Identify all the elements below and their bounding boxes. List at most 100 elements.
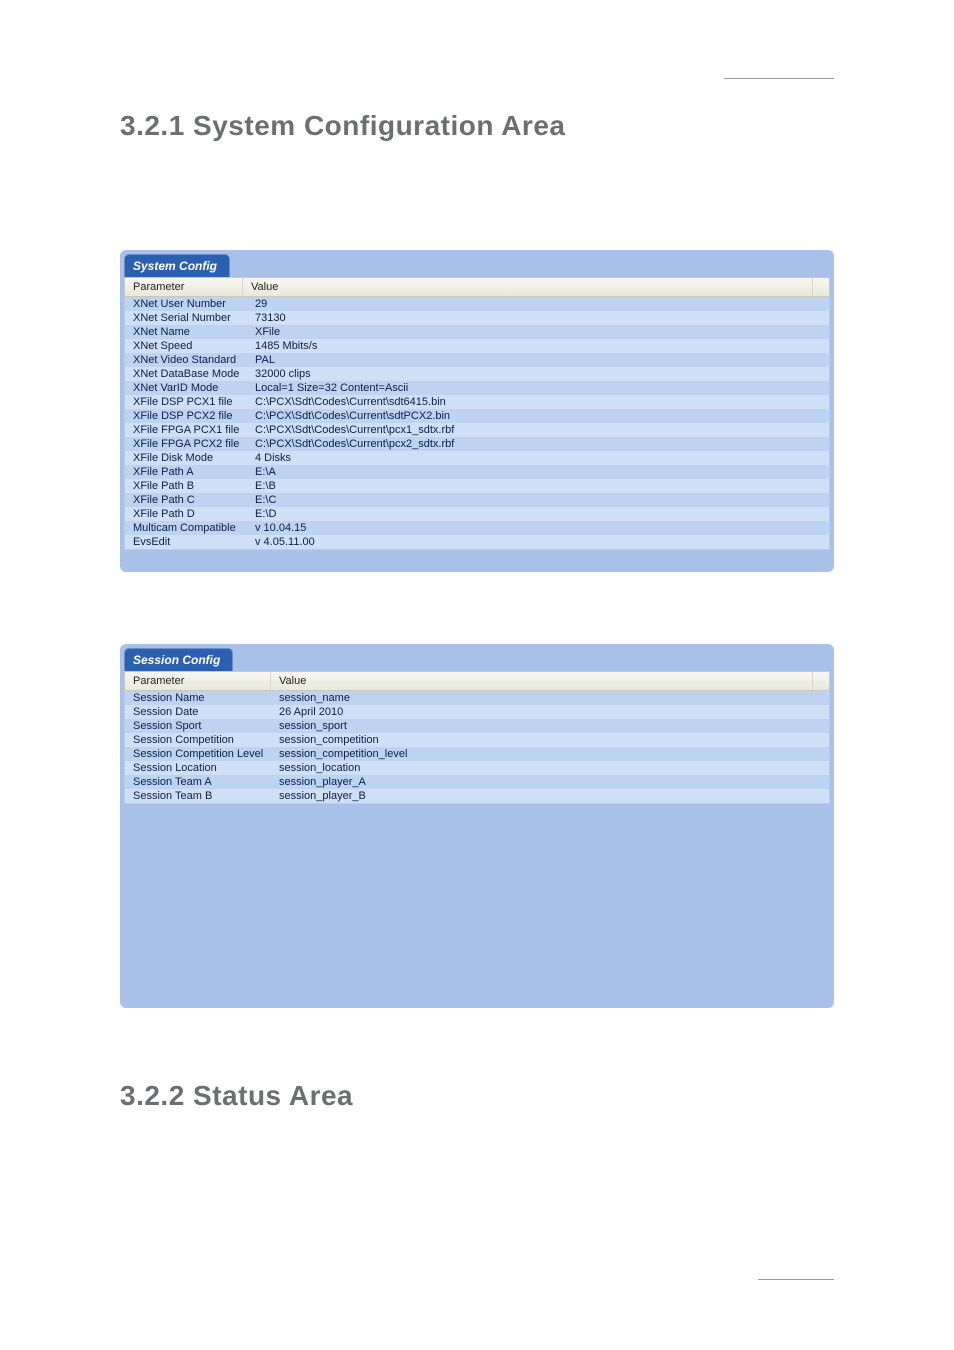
cell-value: v 4.05.11.00 [247,535,829,549]
cell-value: XFile [247,325,829,339]
spacer [120,586,834,644]
cell-value: C:\PCX\Sdt\Codes\Current\sdtPCX2.bin [247,409,829,423]
table-row[interactable]: Session Competition Levelsession_competi… [125,747,829,761]
table-row[interactable]: XNet Speed1485 Mbits/s [125,339,829,353]
cell-parameter: XFile Path D [125,507,247,521]
table-row[interactable]: XFile Disk Mode4 Disks [125,451,829,465]
cell-value: Local=1 Size=32 Content=Ascii [247,381,829,395]
table-row[interactable]: XNet Serial Number73130 [125,311,829,325]
table-row[interactable]: XNet DataBase Mode32000 clips [125,367,829,381]
cell-parameter: XFile FPGA PCX1 file [125,423,247,437]
cell-value: session_competition [271,733,829,747]
cell-value: E:\A [247,465,829,479]
column-header-parameter[interactable]: Parameter [125,672,271,690]
column-header-value[interactable]: Value [271,672,813,690]
cell-parameter: EvsEdit [125,535,247,549]
cell-value: 26 April 2010 [271,705,829,719]
cell-parameter: XFile Disk Mode [125,451,247,465]
system-config-tab[interactable]: System Config [124,254,230,277]
cell-value: v 10.04.15 [247,521,829,535]
cell-value: session_name [271,691,829,705]
cell-parameter: Session Location [125,761,271,775]
cell-value: session_player_B [271,789,829,803]
cell-parameter: XFile DSP PCX2 file [125,409,247,423]
cell-value: 29 [247,297,829,311]
session-rows: Session Namesession_nameSession Date26 A… [124,691,830,804]
cell-parameter: XNet Speed [125,339,247,353]
table-row[interactable]: XFile Path CE:\C [125,493,829,507]
cell-value: session_player_A [271,775,829,789]
table-row[interactable]: Session Date26 April 2010 [125,705,829,719]
panel-footer-space [124,804,830,1004]
cell-value: E:\D [247,507,829,521]
cell-parameter: XFile Path C [125,493,247,507]
spacer [120,1022,834,1080]
session-grid-header: Parameter Value [124,671,830,691]
cell-parameter: XNet DataBase Mode [125,367,247,381]
cell-parameter: XNet Serial Number [125,311,247,325]
table-row[interactable]: Session Competitionsession_competition [125,733,829,747]
cell-parameter: Session Date [125,705,271,719]
table-row[interactable]: XFile DSP PCX2 fileC:\PCX\Sdt\Codes\Curr… [125,409,829,423]
cell-value: 1485 Mbits/s [247,339,829,353]
heading-system-config: 3.2.1 System Configuration Area [120,110,834,142]
cell-parameter: XFile FPGA PCX2 file [125,437,247,451]
cell-value: PAL [247,353,829,367]
cell-value: E:\C [247,493,829,507]
table-row[interactable]: Session Team Asession_player_A [125,775,829,789]
cell-parameter: XNet VarID Mode [125,381,247,395]
cell-parameter: Session Competition [125,733,271,747]
table-row[interactable]: XFile FPGA PCX2 fileC:\PCX\Sdt\Codes\Cur… [125,437,829,451]
system-grid-header: Parameter Value [124,277,830,297]
cell-parameter: XNet User Number [125,297,247,311]
panel-footer-space [124,550,830,568]
table-row[interactable]: XNet Video StandardPAL [125,353,829,367]
footer-rule [758,1279,834,1280]
cell-value: C:\PCX\Sdt\Codes\Current\pcx2_sdtx.rbf [247,437,829,451]
cell-parameter: Session Sport [125,719,271,733]
table-row[interactable]: EvsEditv 4.05.11.00 [125,535,829,549]
spacer [120,172,834,250]
cell-parameter: XFile Path A [125,465,247,479]
table-row[interactable]: XNet User Number29 [125,297,829,311]
cell-parameter: Session Competition Level [125,747,271,761]
table-row[interactable]: XFile FPGA PCX1 fileC:\PCX\Sdt\Codes\Cur… [125,423,829,437]
table-row[interactable]: XNet NameXFile [125,325,829,339]
header-rule [724,78,834,79]
table-row[interactable]: Multicam Compatiblev 10.04.15 [125,521,829,535]
session-config-tab[interactable]: Session Config [124,648,233,671]
cell-value: session_location [271,761,829,775]
table-row[interactable]: Session Namesession_name [125,691,829,705]
cell-parameter: XNet Video Standard [125,353,247,367]
cell-parameter: XFile DSP PCX1 file [125,395,247,409]
cell-value: C:\PCX\Sdt\Codes\Current\pcx1_sdtx.rbf [247,423,829,437]
table-row[interactable]: Session Sportsession_sport [125,719,829,733]
cell-value: C:\PCX\Sdt\Codes\Current\sdt6415.bin [247,395,829,409]
table-row[interactable]: XFile Path BE:\B [125,479,829,493]
cell-value: 73130 [247,311,829,325]
system-rows: XNet User Number29XNet Serial Number7313… [124,297,830,550]
table-row[interactable]: XFile Path AE:\A [125,465,829,479]
cell-parameter: Multicam Compatible [125,521,247,535]
cell-value: 4 Disks [247,451,829,465]
cell-value: 32000 clips [247,367,829,381]
cell-value: session_sport [271,719,829,733]
table-row[interactable]: XNet VarID ModeLocal=1 Size=32 Content=A… [125,381,829,395]
column-header-value[interactable]: Value [243,278,813,296]
cell-parameter: XNet Name [125,325,247,339]
table-row[interactable]: XFile Path DE:\D [125,507,829,521]
table-row[interactable]: XFile DSP PCX1 fileC:\PCX\Sdt\Codes\Curr… [125,395,829,409]
cell-value: E:\B [247,479,829,493]
table-row[interactable]: Session Locationsession_location [125,761,829,775]
system-config-panel: System Config Parameter Value XNet User … [120,250,834,572]
column-header-end [813,278,829,296]
heading-status-area: 3.2.2 Status Area [120,1080,834,1112]
session-config-panel: Session Config Parameter Value Session N… [120,644,834,1008]
cell-parameter: XFile Path B [125,479,247,493]
page: 3.2.1 System Configuration Area System C… [0,0,954,1350]
cell-parameter: Session Name [125,691,271,705]
column-header-parameter[interactable]: Parameter [125,278,243,296]
table-row[interactable]: Session Team Bsession_player_B [125,789,829,803]
cell-value: session_competition_level [271,747,829,761]
cell-parameter: Session Team B [125,789,271,803]
